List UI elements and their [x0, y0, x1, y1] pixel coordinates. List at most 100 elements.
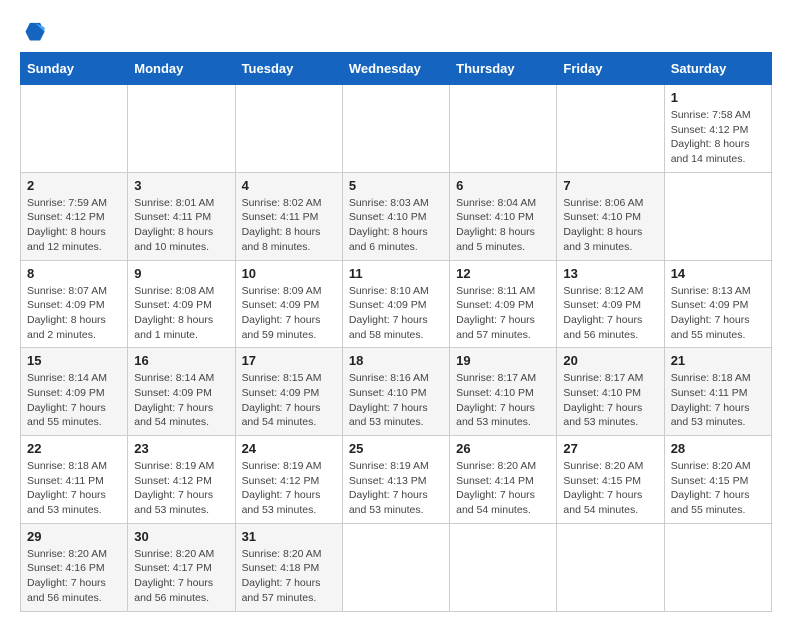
calendar-cell: 13Sunrise: 8:12 AM Sunset: 4:09 PM Dayli… — [557, 260, 664, 348]
calendar-cell — [450, 85, 557, 173]
week-row-1: 2 Sunrise: 7:59 AM Sunset: 4:12 PM Daylig… — [21, 172, 772, 260]
calendar-cell — [21, 85, 128, 173]
day-number: 9 — [134, 266, 228, 281]
calendar-cell: 29 Sunrise: 8:20 AM Sunset: 4:16 PM Dayli… — [21, 523, 128, 611]
day-number: 5 — [349, 178, 443, 193]
cell-info: Sunrise: 8:18 AM Sunset: 4:11 PM Dayligh… — [671, 371, 765, 430]
cell-info: Sunrise: 8:08 AM Sunset: 4:09 PM Dayligh… — [134, 284, 228, 343]
calendar-cell: 4Sunrise: 8:02 AM Sunset: 4:11 PM Daylig… — [235, 172, 342, 260]
calendar-cell: 20 Sunrise: 8:17 AM Sunset: 4:10 PM Dayli… — [557, 348, 664, 436]
day-number: 16 — [134, 353, 228, 368]
day-number: 15 — [27, 353, 121, 368]
calendar-cell: 28 Sunrise: 8:20 AM Sunset: 4:15 PM Dayli… — [664, 436, 771, 524]
cell-info: Sunrise: 8:10 AM Sunset: 4:09 PM Dayligh… — [349, 284, 443, 343]
day-number: 25 — [349, 441, 443, 456]
header-cell-thursday: Thursday — [450, 53, 557, 85]
cell-info: Sunrise: 8:20 AM Sunset: 4:18 PM Dayligh… — [242, 547, 336, 606]
day-number: 31 — [242, 529, 336, 544]
cell-info: Sunrise: 8:20 AM Sunset: 4:16 PM Dayligh… — [27, 547, 121, 606]
header-cell-sunday: Sunday — [21, 53, 128, 85]
calendar-cell: 17 Sunrise: 8:15 AM Sunset: 4:09 PM Dayli… — [235, 348, 342, 436]
day-number: 6 — [456, 178, 550, 193]
calendar-cell — [664, 523, 771, 611]
day-number: 29 — [27, 529, 121, 544]
day-number: 22 — [27, 441, 121, 456]
cell-info: Sunrise: 7:58 AM Sunset: 4:12 PM Dayligh… — [671, 108, 765, 167]
cell-info: Sunrise: 8:17 AM Sunset: 4:10 PM Dayligh… — [563, 371, 657, 430]
calendar-cell — [450, 523, 557, 611]
cell-info: Sunrise: 8:11 AM Sunset: 4:09 PM Dayligh… — [456, 284, 550, 343]
cell-info: Sunrise: 8:15 AM Sunset: 4:09 PM Dayligh… — [242, 371, 336, 430]
cell-info: Sunrise: 8:13 AM Sunset: 4:09 PM Dayligh… — [671, 284, 765, 343]
cell-info: Sunrise: 8:20 AM Sunset: 4:15 PM Dayligh… — [671, 459, 765, 518]
day-number: 7 — [563, 178, 657, 193]
cell-info: Sunrise: 8:20 AM Sunset: 4:17 PM Dayligh… — [134, 547, 228, 606]
calendar-cell: 22 Sunrise: 8:18 AM Sunset: 4:11 PM Dayli… — [21, 436, 128, 524]
calendar-cell: 14 Sunrise: 8:13 AM Sunset: 4:09 PM Dayli… — [664, 260, 771, 348]
cell-info: Sunrise: 8:02 AM Sunset: 4:11 PM Dayligh… — [242, 196, 336, 255]
cell-info: Sunrise: 8:20 AM Sunset: 4:14 PM Dayligh… — [456, 459, 550, 518]
calendar-cell: 15Sunrise: 8:14 AM Sunset: 4:09 PM Dayli… — [21, 348, 128, 436]
cell-info: Sunrise: 8:09 AM Sunset: 4:09 PM Dayligh… — [242, 284, 336, 343]
cell-info: Sunrise: 8:18 AM Sunset: 4:11 PM Dayligh… — [27, 459, 121, 518]
calendar-cell: 25Sunrise: 8:19 AM Sunset: 4:13 PM Dayli… — [342, 436, 449, 524]
logo — [20, 20, 46, 42]
cell-info: Sunrise: 7:59 AM Sunset: 4:12 PM Dayligh… — [27, 196, 121, 255]
cell-info: Sunrise: 8:16 AM Sunset: 4:10 PM Dayligh… — [349, 371, 443, 430]
day-number: 21 — [671, 353, 765, 368]
cell-info: Sunrise: 8:06 AM Sunset: 4:10 PM Dayligh… — [563, 196, 657, 255]
calendar-cell: 3 Sunrise: 8:01 AM Sunset: 4:11 PM Daylig… — [128, 172, 235, 260]
calendar-cell — [342, 523, 449, 611]
calendar-cell: 26 Sunrise: 8:20 AM Sunset: 4:14 PM Dayli… — [450, 436, 557, 524]
day-number: 18 — [349, 353, 443, 368]
week-row-5: 29 Sunrise: 8:20 AM Sunset: 4:16 PM Dayli… — [21, 523, 772, 611]
header-cell-monday: Monday — [128, 53, 235, 85]
cell-info: Sunrise: 8:17 AM Sunset: 4:10 PM Dayligh… — [456, 371, 550, 430]
day-number: 24 — [242, 441, 336, 456]
day-number: 8 — [27, 266, 121, 281]
day-number: 2 — [27, 178, 121, 193]
week-row-4: 22 Sunrise: 8:18 AM Sunset: 4:11 PM Dayli… — [21, 436, 772, 524]
cell-info: Sunrise: 8:14 AM Sunset: 4:09 PM Dayligh… — [134, 371, 228, 430]
day-number: 30 — [134, 529, 228, 544]
calendar-cell — [128, 85, 235, 173]
calendar-cell: 24 Sunrise: 8:19 AM Sunset: 4:12 PM Dayli… — [235, 436, 342, 524]
day-number: 3 — [134, 178, 228, 193]
cell-info: Sunrise: 8:01 AM Sunset: 4:11 PM Dayligh… — [134, 196, 228, 255]
day-number: 26 — [456, 441, 550, 456]
day-number: 14 — [671, 266, 765, 281]
calendar-cell: 5Sunrise: 8:03 AM Sunset: 4:10 PM Daylig… — [342, 172, 449, 260]
calendar-cell: 30 Sunrise: 8:20 AM Sunset: 4:17 PM Dayli… — [128, 523, 235, 611]
calendar-cell: 10 Sunrise: 8:09 AM Sunset: 4:09 PM Dayli… — [235, 260, 342, 348]
day-number: 11 — [349, 266, 443, 281]
calendar-cell: 19Sunrise: 8:17 AM Sunset: 4:10 PM Dayli… — [450, 348, 557, 436]
day-number: 20 — [563, 353, 657, 368]
day-number: 23 — [134, 441, 228, 456]
day-number: 10 — [242, 266, 336, 281]
logo-icon — [24, 20, 46, 42]
calendar-cell: 31 Sunrise: 8:20 AM Sunset: 4:18 PM Dayli… — [235, 523, 342, 611]
header-cell-tuesday: Tuesday — [235, 53, 342, 85]
day-number: 17 — [242, 353, 336, 368]
cell-info: Sunrise: 8:07 AM Sunset: 4:09 PM Dayligh… — [27, 284, 121, 343]
cell-info: Sunrise: 8:20 AM Sunset: 4:15 PM Dayligh… — [563, 459, 657, 518]
day-number: 27 — [563, 441, 657, 456]
header — [20, 20, 772, 42]
week-row-0: 1Sunrise: 7:58 AM Sunset: 4:12 PM Daylig… — [21, 85, 772, 173]
cell-info: Sunrise: 8:12 AM Sunset: 4:09 PM Dayligh… — [563, 284, 657, 343]
calendar-cell: 12 Sunrise: 8:11 AM Sunset: 4:09 PM Dayli… — [450, 260, 557, 348]
cell-info: Sunrise: 8:19 AM Sunset: 4:12 PM Dayligh… — [242, 459, 336, 518]
calendar-cell: 7 Sunrise: 8:06 AM Sunset: 4:10 PM Daylig… — [557, 172, 664, 260]
calendar-cell — [557, 85, 664, 173]
day-number: 28 — [671, 441, 765, 456]
header-cell-saturday: Saturday — [664, 53, 771, 85]
calendar-cell: 1Sunrise: 7:58 AM Sunset: 4:12 PM Daylig… — [664, 85, 771, 173]
header-row: SundayMondayTuesdayWednesdayThursdayFrid… — [21, 53, 772, 85]
calendar-cell — [557, 523, 664, 611]
calendar-cell — [235, 85, 342, 173]
calendar-cell: 23Sunrise: 8:19 AM Sunset: 4:12 PM Dayli… — [128, 436, 235, 524]
calendar-cell: 27 Sunrise: 8:20 AM Sunset: 4:15 PM Dayli… — [557, 436, 664, 524]
day-number: 12 — [456, 266, 550, 281]
calendar-cell: 8 Sunrise: 8:07 AM Sunset: 4:09 PM Daylig… — [21, 260, 128, 348]
calendar-table: SundayMondayTuesdayWednesdayThursdayFrid… — [20, 52, 772, 612]
